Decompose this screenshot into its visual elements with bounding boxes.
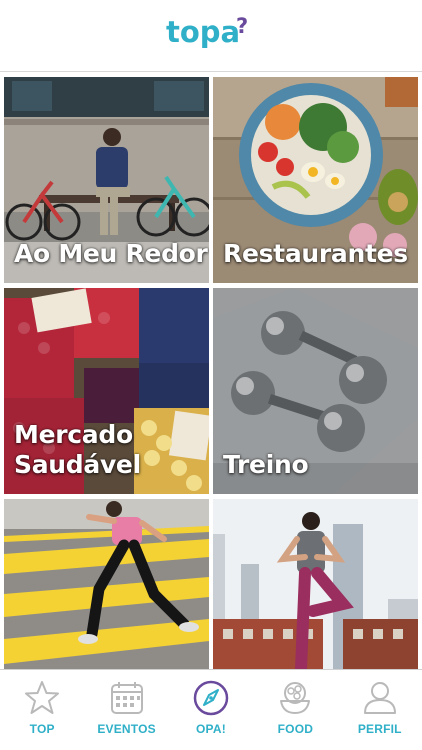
tab-label: EVENTOS (97, 722, 156, 736)
tile-label: Ao Meu Redor (14, 239, 208, 269)
tile-label: Treino (223, 450, 309, 480)
tab-eventos[interactable]: EVENTOS (92, 678, 162, 736)
tile-yoga[interactable] (213, 499, 418, 669)
logo-text: topa (166, 16, 240, 49)
tile-label-line: Mercado (14, 420, 133, 449)
tile-mercado-saudavel[interactable]: Mercado Saudável (4, 288, 209, 494)
tile-ao-meu-redor[interactable]: Ao Meu Redor (4, 77, 209, 283)
user-icon (360, 678, 400, 718)
tile-running[interactable] (4, 499, 209, 669)
tile-image-woman-yoga-city (213, 499, 418, 669)
bottom-tab-bar: TOP EVENTOS OPA! FOOD PERFIL (0, 669, 422, 750)
tile-label-line: Treino (223, 450, 309, 479)
tab-label: TOP (29, 722, 55, 736)
tab-label: FOOD (277, 722, 314, 736)
tile-treino[interactable]: Treino (213, 288, 418, 494)
calendar-icon (107, 678, 147, 718)
tab-label: PERFIL (357, 722, 402, 736)
tab-opa[interactable]: OPA! (176, 678, 246, 736)
tile-label-line: Restaurantes (223, 239, 408, 268)
tile-label-line: Saudável (14, 450, 141, 479)
tab-top[interactable]: TOP (7, 678, 77, 736)
food-bowl-icon (275, 678, 315, 718)
category-grid: Ao Meu Redor Restaurantes Mercado Saudáv… (0, 73, 422, 669)
app-logo: topa ? (166, 16, 256, 56)
tile-label: Mercado Saudável (14, 420, 141, 480)
tile-restaurantes[interactable]: Restaurantes (213, 77, 418, 283)
tab-perfil[interactable]: PERFIL (345, 678, 415, 736)
tab-label: OPA! (196, 722, 226, 736)
logo-mark: ? (236, 16, 248, 38)
tile-label-line: Ao Meu Redor (14, 239, 208, 268)
compass-icon (191, 678, 231, 718)
tile-label: Restaurantes (223, 239, 408, 269)
tile-image-woman-running-crosswalk (4, 499, 209, 669)
star-icon (22, 678, 62, 718)
app-header: topa ? (0, 0, 422, 72)
tab-food[interactable]: FOOD (260, 678, 330, 736)
